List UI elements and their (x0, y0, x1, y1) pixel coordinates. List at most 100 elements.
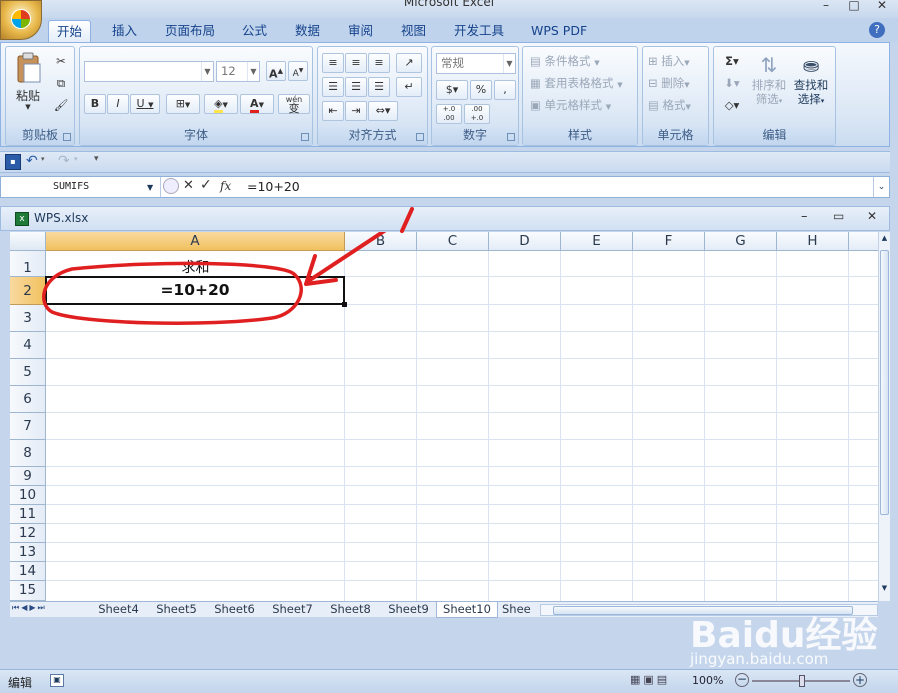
sheet-tab[interactable]: Shee (502, 602, 532, 618)
sheet-tab[interactable]: Sheet9 (380, 602, 437, 618)
format-painter-icon[interactable]: 🖌 (52, 95, 70, 113)
sheet-tab[interactable]: Sheet5 (148, 602, 205, 618)
insert-cells-button[interactable]: ⊞ 插入▼ (647, 51, 691, 71)
currency-icon[interactable]: $▾ (436, 80, 468, 100)
phonetic-button[interactable]: wén 变 (278, 94, 310, 114)
close-icon[interactable]: ✕ (868, 0, 896, 12)
sort-filter-button[interactable]: ⇅ 排序和 筛选▾ (750, 51, 788, 121)
number-format-combo[interactable]: 常规 ▼ (436, 53, 516, 74)
tab-page-layout[interactable]: 页面布局 (157, 20, 223, 42)
zoom-slider-thumb[interactable] (799, 675, 805, 687)
zoom-in-icon[interactable]: + (853, 673, 867, 687)
tab-data[interactable]: 数据 (287, 20, 328, 42)
increase-decimal-button[interactable]: +.0 .00 (436, 104, 462, 124)
align-bottom-icon[interactable]: ≡ (368, 53, 390, 73)
font-color-button[interactable]: A▼ (240, 94, 274, 114)
border-button[interactable]: ⊞▼ (166, 94, 200, 114)
tab-developer[interactable]: 开发工具 (446, 20, 512, 42)
align-middle-icon[interactable]: ≡ (345, 53, 367, 73)
font-name-combo[interactable]: ▼ (84, 61, 214, 82)
view-buttons-icons[interactable]: ▦▣▤ (630, 673, 686, 689)
number-format-value: 常规 (441, 56, 464, 70)
italic-button[interactable]: I (107, 94, 129, 114)
find-select-button[interactable]: ⛂ 查找和 选择▾ (792, 51, 830, 121)
minimize-icon[interactable]: – (812, 0, 840, 12)
office-button[interactable] (0, 0, 42, 40)
paste-button[interactable]: 粘贴 ▼ (8, 49, 48, 121)
increase-indent-icon[interactable]: ⇥ (345, 101, 367, 121)
customize-qat-icon[interactable]: ▾ (94, 154, 99, 164)
decrease-decimal-button[interactable]: .00 +.0 (464, 104, 490, 124)
bold-button[interactable]: B (84, 94, 106, 114)
maximize-icon[interactable]: □ (840, 0, 868, 12)
autosum-icon[interactable]: Σ▾ (718, 51, 746, 71)
wrap-text-icon[interactable]: ↵ (396, 77, 422, 97)
excel-file-icon: x (15, 212, 29, 226)
merge-center-icon[interactable]: ⇔▾ (368, 101, 398, 121)
cell-styles-button[interactable]: ▣ 单元格样式 ▼ (529, 95, 612, 115)
grow-font-button[interactable]: A▲ (266, 61, 286, 81)
scroll-thumb[interactable] (880, 250, 889, 515)
number-launcher-icon[interactable] (507, 133, 515, 141)
underline-button[interactable]: U ▼ (130, 94, 160, 114)
tab-review[interactable]: 审阅 (340, 20, 381, 42)
orientation-icon[interactable]: ↗ (396, 53, 422, 73)
shrink-font-button[interactable]: A▼ (288, 61, 308, 81)
fill-color-button[interactable]: ◈▼ (204, 94, 238, 114)
tab-formulas[interactable]: 公式 (234, 20, 275, 42)
sheet-tab[interactable]: Sheet6 (206, 602, 263, 618)
format-as-table-button[interactable]: ▦ 套用表格格式 ▼ (529, 73, 624, 93)
wb-close-icon[interactable]: ✕ (867, 209, 877, 223)
spreadsheet-grid[interactable]: A B C D E F G H 1 2 3 4 5 6 7 8 9 10 11 … (10, 232, 878, 601)
chevron-down-icon[interactable]: ▾ (74, 155, 78, 163)
align-top-icon[interactable]: ≡ (322, 53, 344, 73)
scroll-down-icon[interactable]: ▼ (880, 584, 889, 596)
chevron-down-icon[interactable]: ▼ (147, 183, 153, 192)
wb-minimize-icon[interactable]: – (801, 209, 808, 224)
font-size-combo[interactable]: 12 ▼ (216, 61, 260, 82)
sheet-tab[interactable]: Sheet8 (322, 602, 379, 618)
insert-function-button[interactable]: fx (220, 179, 231, 193)
tab-home[interactable]: 开始 (48, 20, 92, 42)
wb-restore-icon[interactable]: ▭ (833, 209, 844, 223)
copy-icon[interactable]: ⧉ (52, 73, 70, 91)
formula-input[interactable]: =10+20 (247, 177, 300, 197)
undo-icon[interactable]: ↶ (26, 153, 38, 169)
redo-icon[interactable]: ↷ (58, 153, 70, 169)
scroll-up-icon[interactable]: ▲ (880, 234, 889, 246)
alignment-launcher-icon[interactable] (416, 133, 424, 141)
font-launcher-icon[interactable] (301, 133, 309, 141)
format-cells-button[interactable]: ▤ 格式▼ (647, 95, 692, 115)
tab-view[interactable]: 视图 (393, 20, 434, 42)
cancel-icon[interactable]: ✕ (183, 178, 194, 193)
align-center-icon[interactable]: ☰ (345, 77, 367, 97)
clipboard-launcher-icon[interactable] (63, 133, 71, 141)
fill-down-icon[interactable]: ⬇▾ (718, 73, 746, 93)
macro-record-icon[interactable]: ▣ (50, 674, 64, 687)
comma-button[interactable]: , (494, 80, 516, 100)
align-left-icon[interactable]: ☰ (322, 77, 344, 97)
cut-icon[interactable]: ✂ (52, 51, 70, 69)
sort-filter-icon: ⇅ (760, 53, 778, 77)
tab-insert[interactable]: 插入 (104, 20, 145, 42)
sheet-tab-active[interactable]: Sheet10 (436, 602, 498, 618)
conditional-format-button[interactable]: ▤ 条件格式 ▼ (529, 51, 601, 71)
tab-wps-pdf[interactable]: WPS PDF (523, 20, 595, 42)
percent-button[interactable]: % (470, 80, 492, 100)
sheet-tab[interactable]: Sheet7 (264, 602, 321, 618)
decrease-indent-icon[interactable]: ⇤ (322, 101, 344, 121)
clear-icon[interactable]: ◇▾ (718, 95, 746, 115)
align-right-icon[interactable]: ☰ (368, 77, 390, 97)
expand-icon[interactable] (163, 178, 179, 194)
vertical-scrollbar[interactable]: ▲ ▼ (878, 232, 890, 601)
save-icon[interactable]: ▪ (5, 154, 21, 170)
sheet-tab[interactable]: Sheet4 (90, 602, 147, 618)
name-box[interactable]: SUMIFS (1, 177, 161, 197)
chevron-down-icon[interactable]: ▾ (41, 155, 45, 163)
expand-formula-bar-icon[interactable]: ⌄ (873, 177, 889, 197)
delete-cells-button[interactable]: ⊟ 删除▼ (647, 73, 691, 93)
zoom-out-icon[interactable]: − (735, 673, 749, 687)
enter-icon[interactable]: ✓ (200, 177, 212, 193)
sheet-nav-icons[interactable]: ⏮◀▶⏭ (12, 603, 47, 613)
help-icon[interactable]: ? (869, 22, 885, 38)
